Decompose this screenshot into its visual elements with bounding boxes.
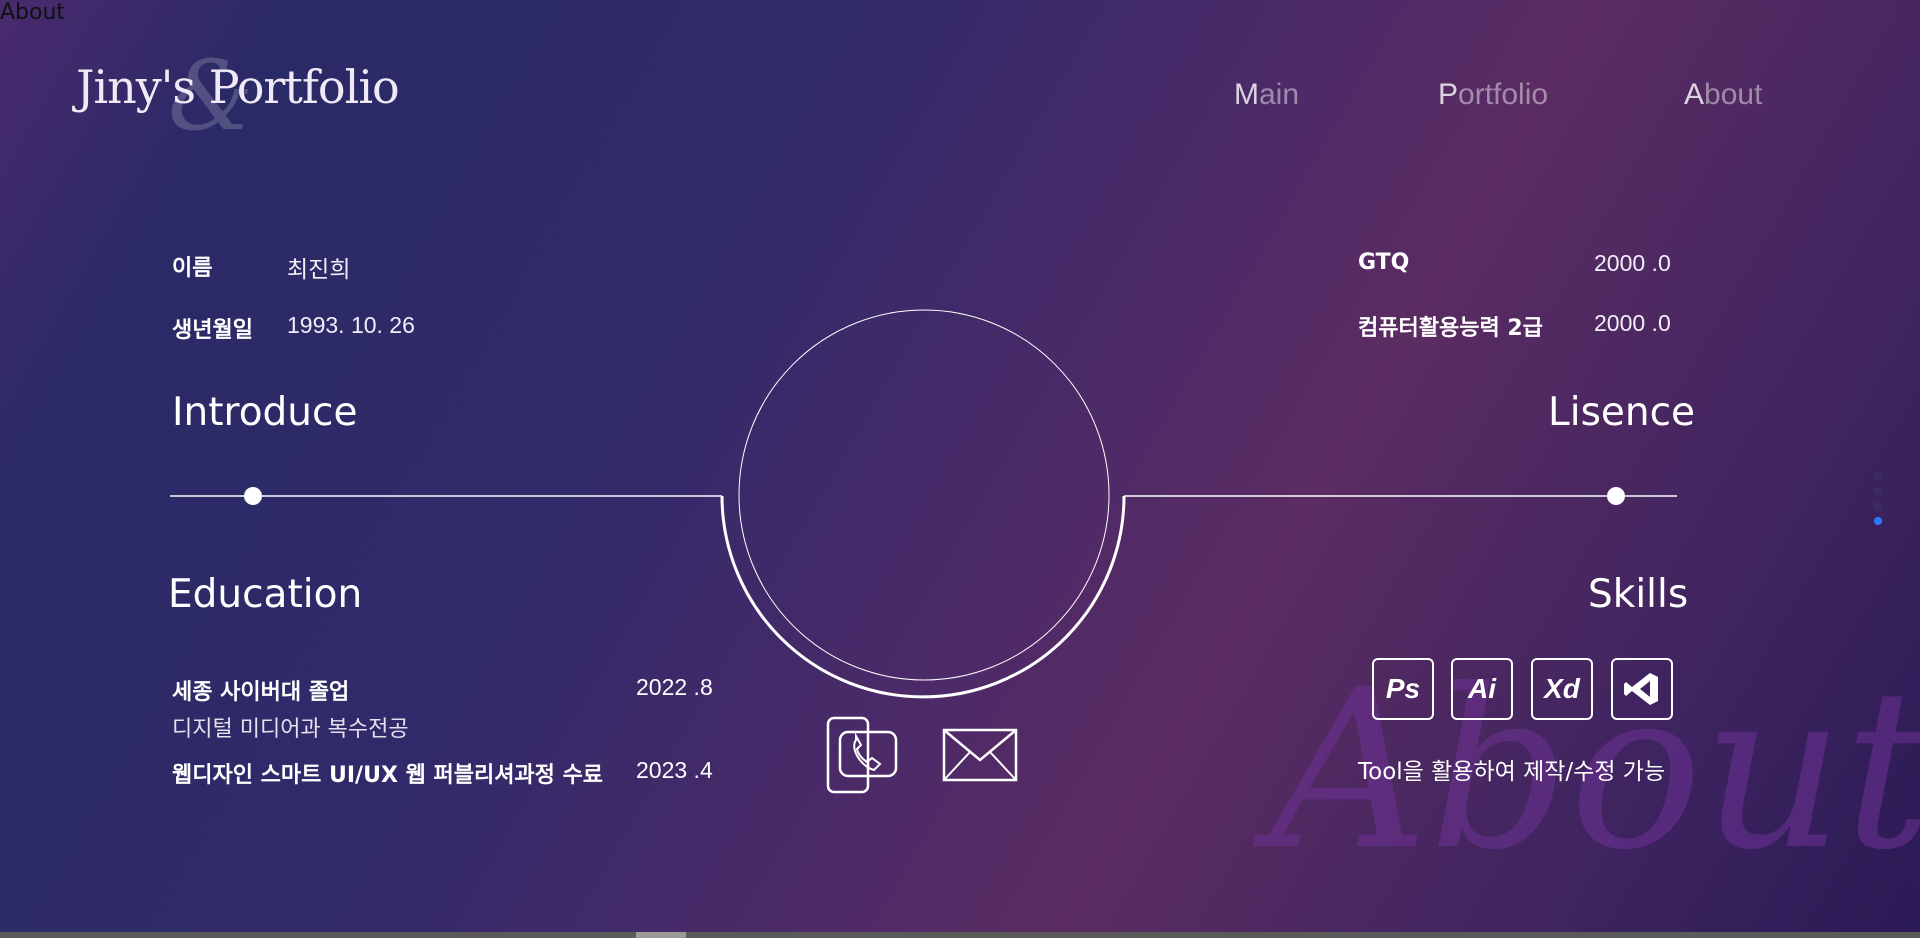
photoshop-icon: Ps <box>1372 658 1434 720</box>
name-label: 이름 <box>172 256 213 281</box>
illustrator-icon: Ai <box>1451 658 1513 720</box>
skills-description: Tool을 활용하여 제작/수정 가능 <box>1358 759 1666 785</box>
license-gtq-label: GTQ <box>1358 250 1410 275</box>
horizontal-scrollbar[interactable] <box>0 932 1920 938</box>
timeline-dot-left <box>244 487 262 505</box>
section-pagination <box>1874 472 1882 532</box>
license-computer-date: 2000 .0 <box>1594 310 1671 336</box>
xd-icon: Xd <box>1531 658 1593 720</box>
nav-main[interactable]: Main <box>1234 78 1299 112</box>
pagination-dot-active[interactable] <box>1874 517 1882 525</box>
education-title: Education <box>168 572 363 617</box>
education-item-2-title: 웹디자인 스마트 UI/UX 웹 퍼블리셔과정 수료 <box>172 763 604 788</box>
nav-portfolio[interactable]: Portfolio <box>1438 78 1548 112</box>
name-value: 최진희 <box>287 256 351 282</box>
pagination-dot[interactable] <box>1874 472 1882 480</box>
education-item-1-date: 2022 .8 <box>636 674 713 700</box>
page-corner-label: About <box>0 0 66 25</box>
scrollbar-thumb[interactable] <box>636 932 686 938</box>
phone-icon[interactable] <box>826 716 906 796</box>
introduce-title: Introduce <box>172 390 358 435</box>
profile-photo-circle <box>738 309 1110 681</box>
vscode-icon <box>1611 658 1673 720</box>
timeline-arc <box>720 495 1126 699</box>
mail-icon[interactable] <box>942 728 1018 782</box>
lisence-title: Lisence <box>1548 390 1696 435</box>
pagination-dot[interactable] <box>1874 502 1882 510</box>
education-item-1-sub: 디지털 미디어과 복수전공 <box>172 717 409 742</box>
timeline-dot-right <box>1607 487 1625 505</box>
skills-title: Skills <box>1588 572 1689 617</box>
birth-label: 생년월일 <box>172 318 253 343</box>
license-gtq-date: 2000 .0 <box>1594 250 1671 276</box>
education-item-2-date: 2023 .4 <box>636 757 713 783</box>
license-computer-label: 컴퓨터활용능력 2급 <box>1358 316 1543 341</box>
pagination-dot[interactable] <box>1874 487 1882 495</box>
education-item-1-title: 세종 사이버대 졸업 <box>172 680 350 705</box>
nav-about[interactable]: About <box>1684 78 1762 112</box>
birth-value: 1993. 10. 26 <box>287 312 415 338</box>
site-logo[interactable]: Jiny's Portfolio <box>76 60 400 114</box>
